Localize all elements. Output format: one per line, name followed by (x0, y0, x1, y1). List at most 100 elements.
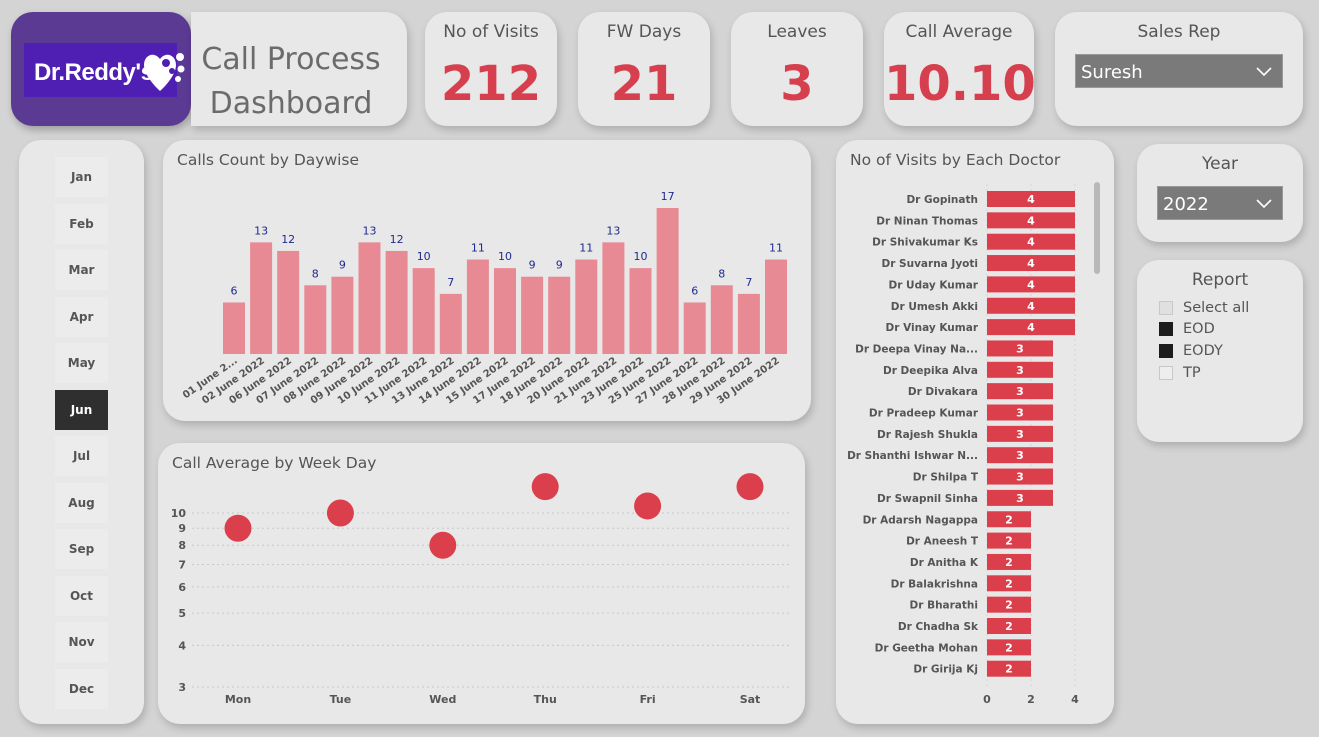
data-label: 3 (1016, 449, 1024, 462)
doctor-name-label: Dr Vinay Kumar (886, 322, 979, 334)
kpi-card-leaves: Leaves 3 (731, 12, 863, 126)
data-label: 4 (1027, 300, 1035, 313)
logo-mark-icon (144, 53, 185, 91)
bar[interactable] (223, 302, 245, 354)
data-label: 3 (1016, 407, 1024, 420)
checkbox-icon[interactable] (1159, 322, 1173, 336)
data-label: 4 (1027, 278, 1035, 291)
data-point[interactable] (224, 514, 252, 542)
bar[interactable] (656, 208, 679, 354)
doctor-name-label: Dr Adarsh Nagappa (863, 514, 978, 526)
doctor-name-label: Dr Chadha Sk (898, 621, 979, 633)
checkbox-icon[interactable] (1159, 366, 1173, 380)
month-item-nov[interactable]: Nov (55, 622, 108, 662)
bar[interactable] (277, 250, 300, 354)
data-point[interactable] (634, 492, 662, 520)
data-point[interactable] (326, 499, 354, 527)
data-label: 3 (1016, 492, 1024, 505)
data-point[interactable] (531, 473, 559, 501)
month-item-oct[interactable]: Oct (55, 575, 108, 616)
month-item-aug[interactable]: Aug (55, 482, 108, 523)
month-item-jan[interactable]: Jan (55, 157, 108, 197)
bar[interactable] (629, 268, 652, 354)
bar[interactable] (548, 276, 571, 354)
report-option-tp[interactable]: TP (1159, 365, 1201, 381)
month-item-sep[interactable]: Sep (55, 529, 108, 569)
x-tick-label: 2 (1027, 693, 1035, 706)
x-tick-label: Wed (429, 693, 456, 706)
title-line-1: Call Process (201, 42, 381, 77)
doctor-name-label: Dr Balakrishna (891, 578, 978, 590)
bar[interactable] (331, 276, 354, 354)
kpi-label: No of Visits (443, 22, 539, 42)
doctor-name-label: Dr Girija Kj (913, 664, 978, 676)
month-item-dec[interactable]: Dec (55, 668, 108, 709)
data-label: 2 (1005, 556, 1013, 569)
logo: Dr.Reddy's (24, 43, 185, 97)
sales-rep-value: Suresh (1081, 62, 1143, 83)
doctor-name-label: Dr Bharathi (910, 600, 978, 612)
scrollbar[interactable] (1094, 182, 1100, 274)
bar[interactable] (737, 293, 760, 354)
data-point[interactable] (429, 531, 457, 559)
month-item-jul[interactable]: Jul (55, 436, 108, 476)
checkbox-icon[interactable] (1159, 301, 1173, 315)
data-label: 17 (661, 190, 675, 203)
bar[interactable] (466, 259, 489, 354)
kpi-card-visits: No of Visits 212 (425, 12, 557, 126)
bar[interactable] (385, 250, 408, 354)
report-option-label: EODY (1183, 343, 1223, 359)
month-item-feb[interactable]: Feb (55, 203, 108, 244)
bar[interactable] (250, 242, 273, 354)
bar[interactable] (412, 268, 435, 354)
x-tick-label: Mon (225, 693, 251, 706)
data-label: 9 (556, 259, 563, 272)
report-option-eod[interactable]: EOD (1159, 321, 1215, 337)
report-option-select-all[interactable]: Select all (1159, 300, 1249, 316)
doctor-name-label: Dr Umesh Akki (891, 301, 978, 313)
data-label: 13 (254, 224, 268, 237)
data-label: 13 (606, 224, 620, 237)
bar[interactable] (521, 276, 544, 354)
doctor-name-label: Dr Swapnil Sinha (877, 493, 978, 505)
bar[interactable] (602, 242, 625, 354)
y-tick-label: 9 (178, 522, 186, 535)
data-label: 12 (390, 233, 404, 246)
sales-rep-dropdown[interactable]: Suresh (1075, 54, 1283, 88)
y-tick-label: 8 (178, 539, 186, 552)
x-tick-label: Sat (740, 693, 761, 706)
month-item-mar[interactable]: Mar (55, 250, 108, 290)
bar[interactable] (575, 259, 598, 354)
data-label: 10 (634, 250, 648, 263)
month-item-may[interactable]: May (55, 343, 108, 383)
year-dropdown[interactable]: 2022 (1157, 186, 1283, 220)
y-tick-label: 4 (178, 639, 186, 652)
bar[interactable] (494, 268, 516, 354)
bar[interactable] (358, 242, 381, 354)
report-option-eody[interactable]: EODY (1159, 343, 1223, 359)
bar[interactable] (439, 293, 462, 354)
data-label: 8 (312, 267, 319, 280)
bar[interactable] (304, 285, 327, 354)
month-slicer: Jan Feb Mar Apr May Jun Jul Aug Sep Oct Nov Dec (19, 140, 144, 724)
data-label: 11 (471, 242, 485, 255)
checkbox-icon[interactable] (1159, 344, 1173, 358)
data-point[interactable] (736, 473, 764, 501)
month-item-jun[interactable]: Jun (55, 389, 108, 430)
kpi-card-call-average: Call Average 10.10 (884, 12, 1036, 126)
doctor-name-label: Dr Deepika Alva (883, 365, 978, 377)
y-tick-label: 3 (178, 681, 186, 694)
bar[interactable] (765, 259, 787, 354)
doctor-name-label: Dr Aneesh T (906, 536, 979, 548)
visits-by-doctor-chart: Dr Gopinath 4 Dr Ninan Thomas 4 Dr Shivakuma… (847, 184, 1079, 706)
report-slicer: Report Select all EOD EODY TP (1137, 260, 1303, 442)
x-tick-label: 0 (983, 693, 991, 706)
dashboard-title: Call Process Dashboard (191, 38, 391, 126)
month-item-apr[interactable]: Apr (55, 296, 108, 337)
data-label: 2 (1005, 663, 1013, 676)
data-label: 2 (1005, 620, 1013, 633)
dashboard-title-card: Call Process Dashboard (191, 12, 407, 126)
data-label: 7 (745, 276, 752, 289)
bar[interactable] (710, 285, 733, 354)
bar[interactable] (683, 302, 706, 354)
